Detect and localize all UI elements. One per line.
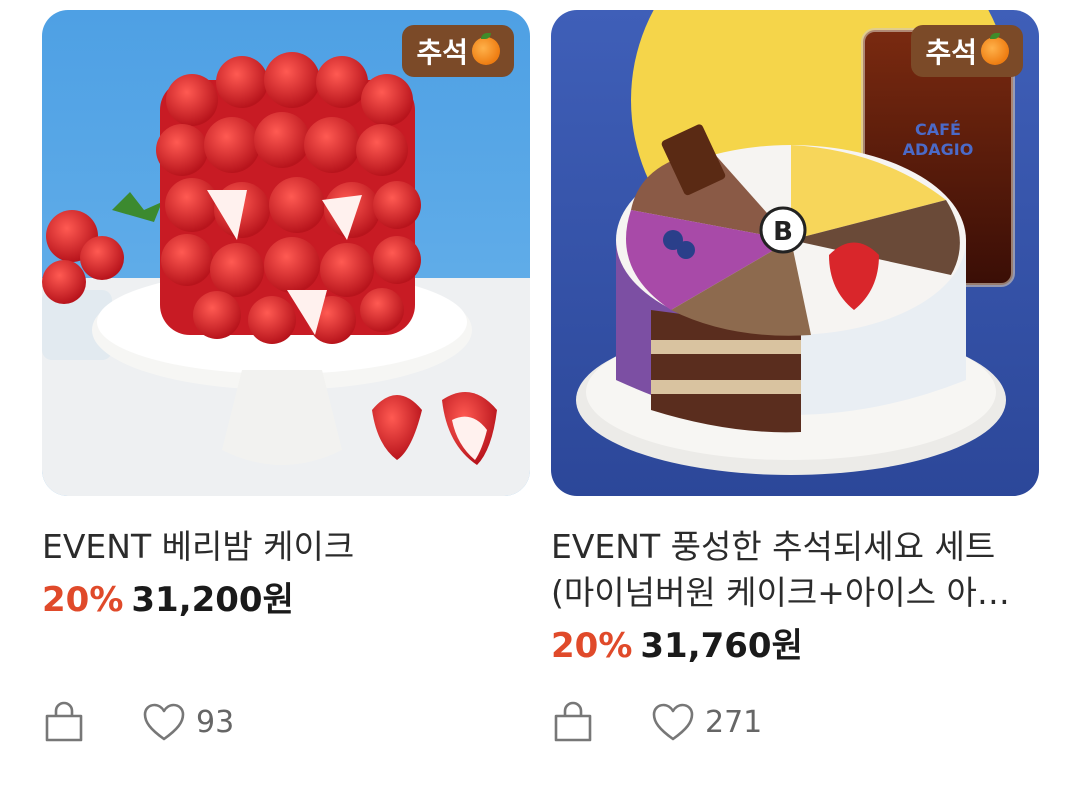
heart-icon[interactable]: [142, 702, 186, 742]
product-title[interactable]: EVENT 베리밤 케이크: [42, 524, 522, 570]
sale-price: 31,760원: [640, 626, 803, 666]
chuseok-badge: 추석: [911, 25, 1023, 77]
tangerine-icon: [981, 33, 1009, 65]
badge-label: 추석: [416, 36, 468, 69]
cake-logo: B: [773, 217, 793, 247]
product-actions: 93: [42, 700, 234, 744]
product-price: 20% 31,760원: [551, 622, 1039, 670]
product-actions: 271: [551, 700, 762, 744]
product-price: 20% 31,200원: [42, 576, 530, 624]
cup-brand-top: CAFÉ: [915, 120, 961, 139]
cup-brand-bottom: ADAGIO: [903, 140, 974, 159]
product-image[interactable]: 추석: [42, 10, 530, 496]
strawberry-cake-image: [42, 10, 530, 496]
product-grid: 추석 EVENT 베리밤 케이크 20% 31,200원 93 CAFÉ ADA…: [0, 0, 1080, 787]
like-control[interactable]: 93: [142, 702, 234, 742]
sale-price: 31,200원: [131, 580, 294, 620]
product-card[interactable]: CAFÉ ADAGIO B 추석 EVENT 풍성한 추석되세요 세트 (마이넘…: [551, 10, 1039, 742]
product-card[interactable]: 추석 EVENT 베리밤 케이크 20% 31,200원 93: [42, 10, 530, 742]
number-one-cake-set-image: CAFÉ ADAGIO B: [551, 10, 1039, 496]
like-count: 93: [196, 704, 235, 740]
product-image[interactable]: CAFÉ ADAGIO B 추석: [551, 10, 1039, 496]
badge-label: 추석: [925, 36, 977, 69]
chuseok-badge: 추석: [402, 25, 514, 77]
discount-rate: 20%: [551, 626, 633, 666]
heart-icon[interactable]: [651, 702, 695, 742]
product-title[interactable]: EVENT 풍성한 추석되세요 세트 (마이넘버원 케이크+아이스 아…: [551, 524, 1031, 616]
tangerine-icon: [472, 33, 500, 65]
like-count: 271: [705, 704, 763, 740]
shopping-bag-icon[interactable]: [42, 700, 86, 744]
shopping-bag-icon[interactable]: [551, 700, 595, 744]
like-control[interactable]: 271: [651, 702, 762, 742]
discount-rate: 20%: [42, 580, 124, 620]
